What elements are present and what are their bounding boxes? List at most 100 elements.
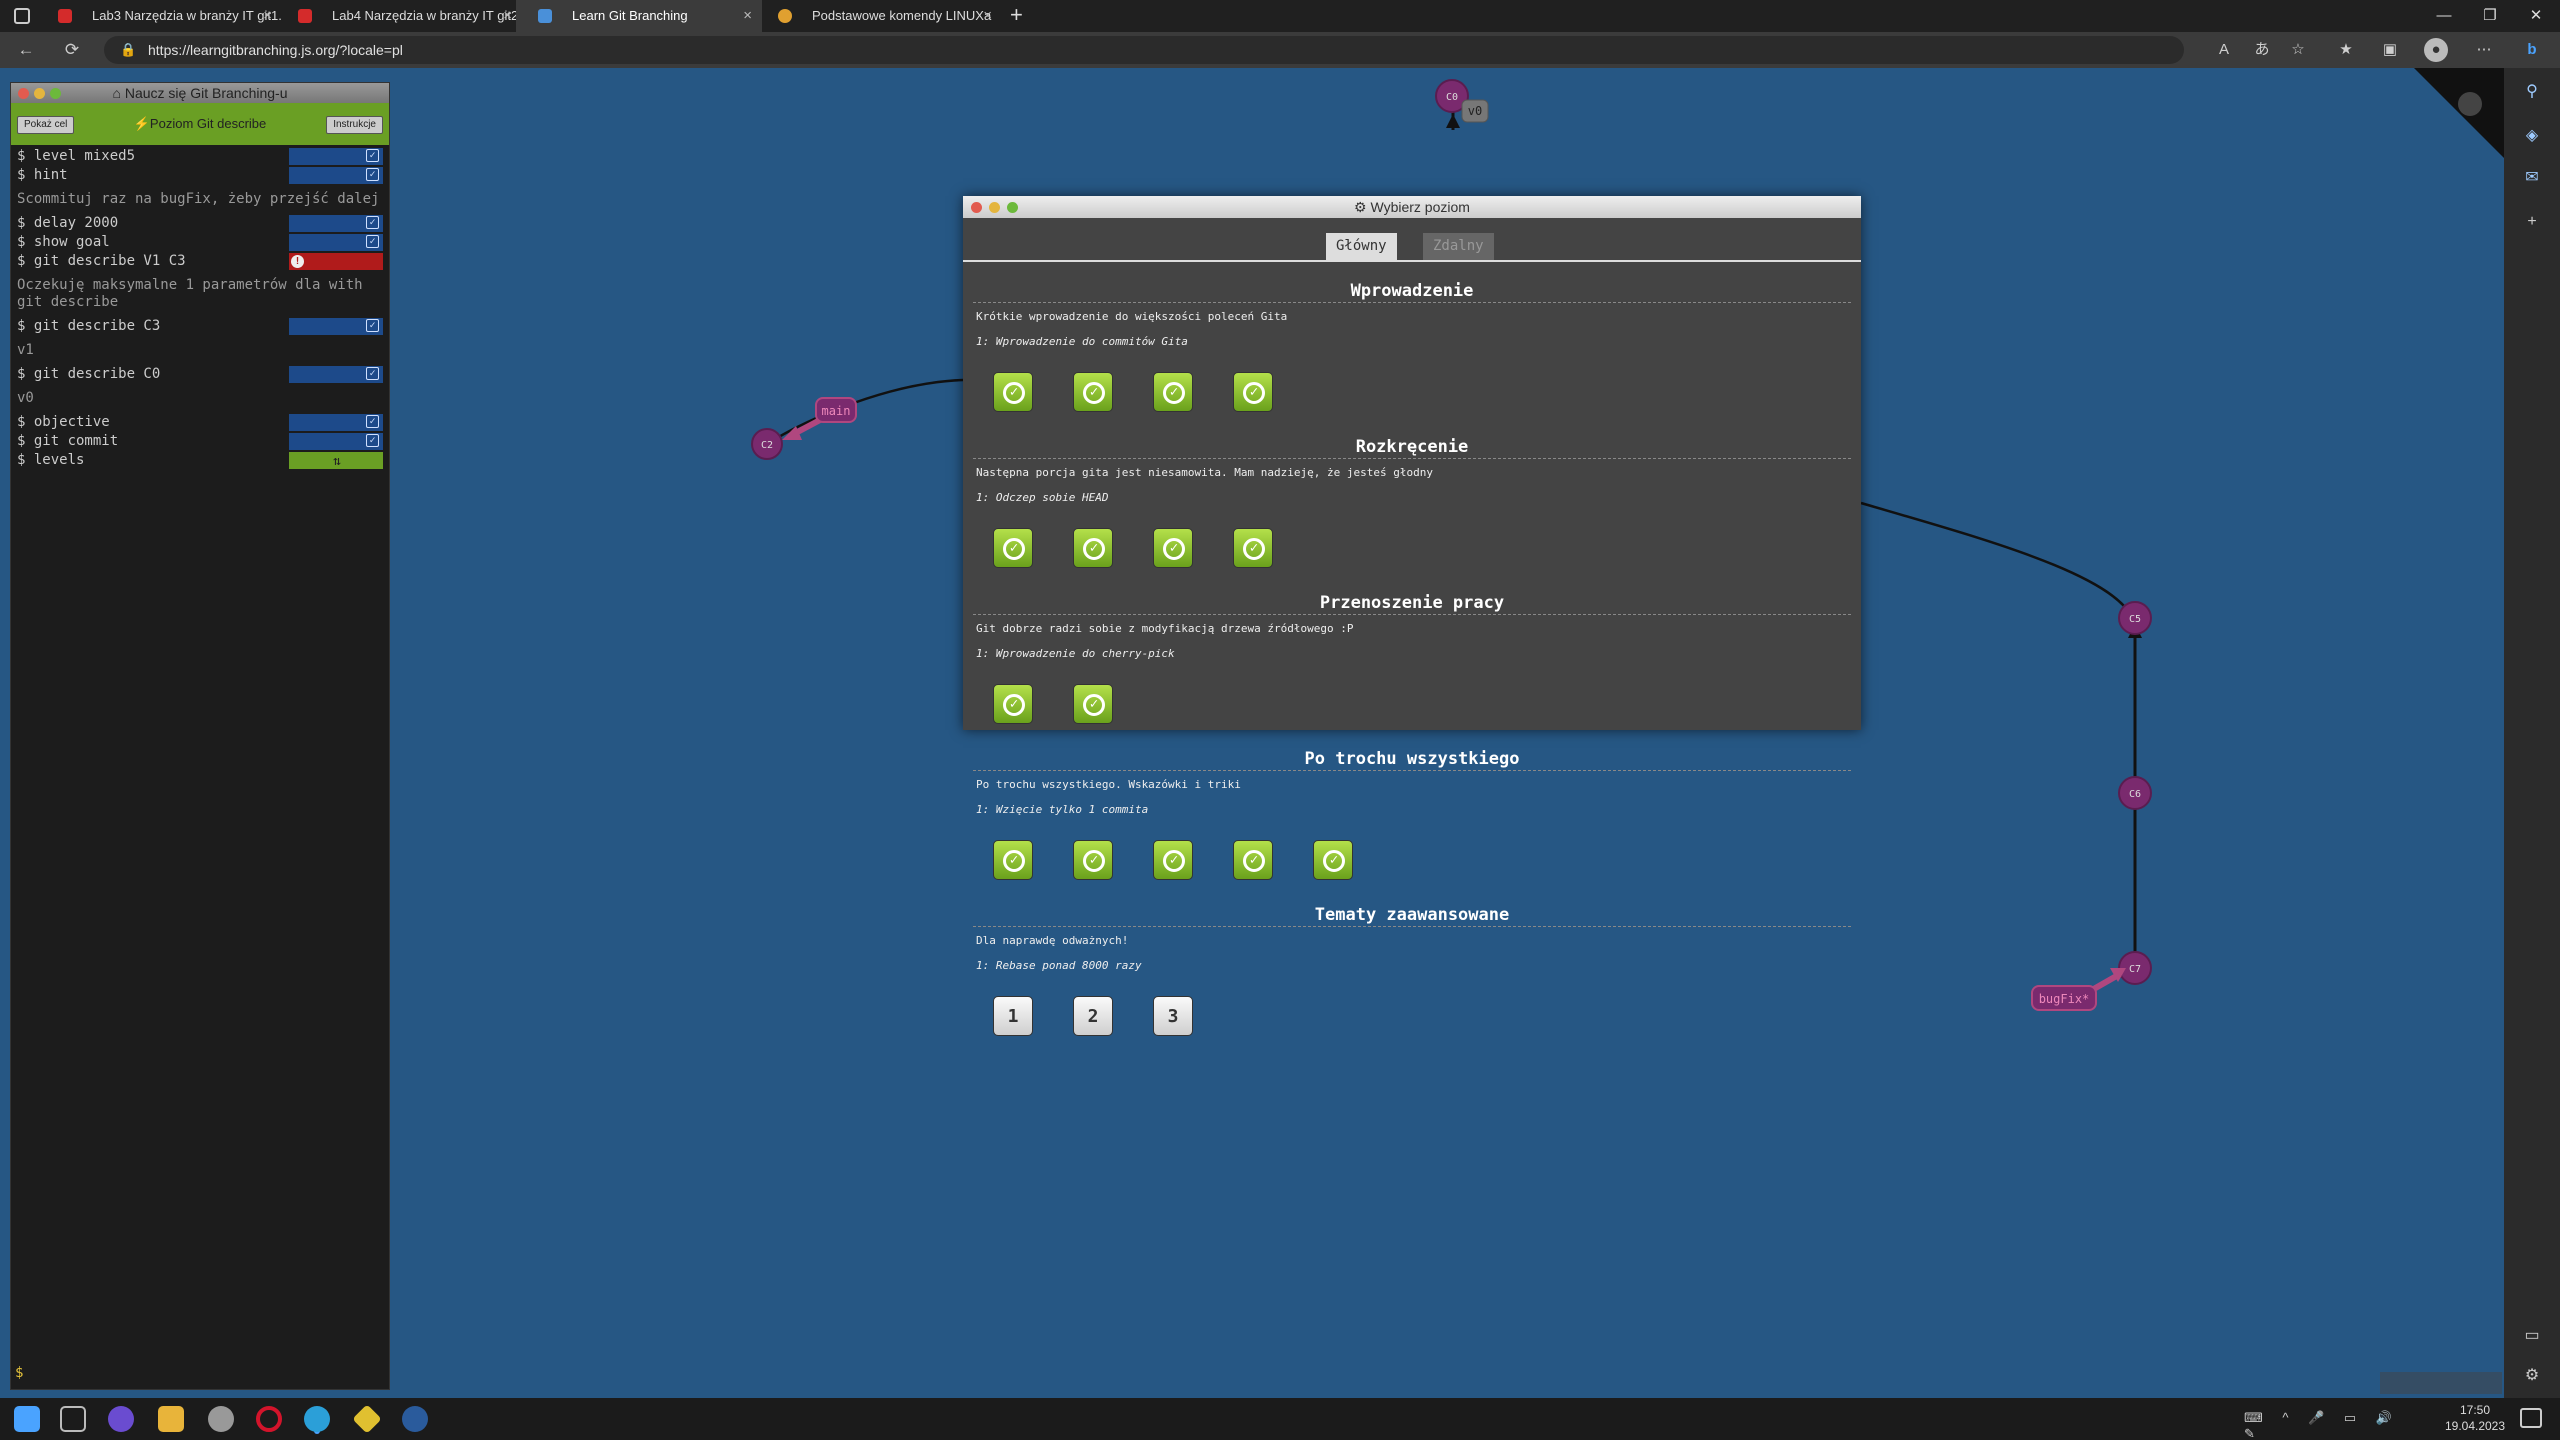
translate-icon[interactable]: あ [2250, 38, 2274, 62]
back-icon[interactable]: ← [14, 38, 38, 62]
sidebar-layout-icon[interactable]: ▭ [2520, 1324, 2544, 1348]
file-explorer-icon[interactable] [158, 1406, 184, 1432]
profile-avatar[interactable]: ● [2424, 38, 2448, 62]
checkmark-icon: ✓ [1003, 694, 1025, 716]
refresh-icon[interactable]: ⟳ [60, 38, 84, 62]
add-favorite-icon[interactable]: ☆ [2286, 38, 2310, 62]
checkbox-icon: ✓ [366, 319, 379, 332]
close-tab-icon[interactable]: × [743, 0, 752, 32]
url-field[interactable]: 🔒 https://learngitbranching.js.org/?loca… [104, 36, 2184, 64]
opera-icon[interactable] [256, 1406, 282, 1432]
terminal-command: ⇅ $ levels [11, 451, 389, 470]
tab-learn-git-branching[interactable]: Learn Git Branching × [516, 0, 762, 32]
chrome-icon[interactable] [108, 1406, 134, 1432]
task-view-icon[interactable] [60, 1406, 86, 1432]
app-icon[interactable] [208, 1406, 234, 1432]
current-level-name: 1: Wzięcie tylko 1 commita [976, 803, 1149, 816]
steam-icon[interactable] [402, 1406, 428, 1432]
level-button[interactable]: 3 [1153, 996, 1193, 1036]
instructions-button[interactable]: Instrukcje [326, 116, 383, 134]
completed-level-button[interactable]: ✓ [1073, 840, 1113, 880]
system-tray[interactable]: ⌨ ^ 🎤 ▭ 🔊 ✎ [2244, 1410, 2414, 1440]
zoom-dot-icon[interactable] [50, 88, 61, 99]
branch-label: main [822, 404, 851, 418]
current-level-name: 1: Rebase ponad 8000 razy [976, 959, 1142, 972]
checkmark-icon: ✓ [1243, 850, 1265, 872]
checkbox-icon: ✓ [366, 168, 379, 181]
checkmark-icon: ✓ [1083, 538, 1105, 560]
outlook-icon[interactable]: ✉ [2520, 166, 2544, 190]
close-tab-icon[interactable]: × [503, 0, 512, 32]
minimize-dot-icon[interactable] [34, 88, 45, 99]
notifications-icon[interactable] [2520, 1408, 2542, 1428]
terminal-command: ✓ $ hint [11, 166, 389, 185]
completed-level-button[interactable]: ✓ [1073, 372, 1113, 412]
tab-label: Lab3 Narzędzia w branży IT git1... [92, 8, 282, 23]
learn-git-page: C0 C2 C5 C6 C7 v0 main bugFix* ⌂ Naucz s… [0, 68, 2504, 1398]
completed-level-button[interactable]: ✓ [1153, 840, 1193, 880]
close-window-button[interactable]: ✕ [2516, 0, 2556, 32]
completed-level-button[interactable]: ✓ [1233, 840, 1273, 880]
command-prompt[interactable]: $ [15, 1365, 23, 1381]
minimize-button[interactable]: — [2424, 0, 2464, 32]
level-button[interactable]: 2 [1073, 996, 1113, 1036]
checkbox-icon: ✓ [366, 434, 379, 447]
completed-level-button[interactable]: ✓ [1073, 684, 1113, 724]
restore-button[interactable]: ❐ [2470, 0, 2510, 32]
tab-actions-icon[interactable] [14, 8, 30, 24]
terminal-text: $ show goal [17, 234, 110, 250]
completed-level-button[interactable]: ✓ [1313, 840, 1353, 880]
close-dot-icon[interactable] [18, 88, 29, 99]
tab-remote[interactable]: Zdalny [1423, 233, 1494, 260]
completed-level-button[interactable]: ✓ [1153, 528, 1193, 568]
close-tab-icon[interactable]: × [983, 0, 992, 32]
level-button[interactable]: 1 [993, 996, 1033, 1036]
checkmark-icon: ✓ [1083, 382, 1105, 404]
completed-level-button[interactable]: ✓ [1073, 528, 1113, 568]
collections-icon[interactable]: ▣ [2378, 38, 2402, 62]
tab-lab4[interactable]: Lab4 Narzędzia w branży IT git2... × [276, 0, 522, 32]
completed-level-button[interactable]: ✓ [1233, 372, 1273, 412]
close-dot-icon[interactable] [971, 202, 982, 213]
completed-level-button[interactable]: ✓ [1233, 528, 1273, 568]
read-aloud-icon[interactable]: A [2212, 38, 2236, 62]
sidebar-settings-icon[interactable]: ⚙ [2520, 1364, 2544, 1388]
zoom-dot-icon[interactable] [1007, 202, 1018, 213]
terminal-text: $ git commit [17, 433, 119, 449]
shopping-icon[interactable]: ◈ [2520, 124, 2544, 148]
tab-linux-commands[interactable]: Podstawowe komendy LINUXa × [756, 0, 1002, 32]
bing-icon[interactable]: b [2520, 38, 2544, 62]
new-tab-button[interactable]: + [1010, 0, 1023, 30]
level-name: Poziom Git describe [149, 116, 267, 131]
completed-level-button[interactable]: ✓ [993, 528, 1033, 568]
minimize-dot-icon[interactable] [989, 202, 1000, 213]
completed-level-button[interactable]: ✓ [993, 840, 1033, 880]
dialog-title: Wybierz poziom [1370, 199, 1470, 215]
terminal-text: $ hint [17, 167, 68, 183]
favorites-icon[interactable]: ★ [2334, 38, 2358, 62]
level-section: Przenoszenie pracy Git dobrze radzi sobie… [963, 592, 1861, 724]
browser-sidebar: ⚲ ◈ ✉ + ▭ ⚙ [2504, 68, 2560, 1398]
terminal-command: ✓ $ git describe C3 [11, 317, 389, 336]
close-tab-icon[interactable]: × [263, 0, 272, 32]
completed-level-button[interactable]: ✓ [993, 372, 1033, 412]
section-title: Przenoszenie pracy [1319, 593, 1505, 613]
add-sidebar-icon[interactable]: + [2520, 210, 2544, 234]
terminal-command: ✓ $ git commit [11, 432, 389, 451]
terminal-output: v0 [11, 384, 389, 413]
completed-level-button[interactable]: ✓ [993, 684, 1033, 724]
section-title: Tematy zaawansowane [1314, 905, 1510, 925]
clock[interactable]: 17:50 19.04.2023 [2430, 1402, 2520, 1434]
tab-main[interactable]: Główny [1326, 233, 1397, 260]
terminal-text: $ levels [17, 452, 85, 468]
search-icon[interactable]: ⚲ [2520, 80, 2544, 104]
edge-icon[interactable] [304, 1406, 330, 1432]
start-icon[interactable] [14, 1406, 40, 1432]
completed-level-button[interactable]: ✓ [1153, 372, 1193, 412]
tab-lab3[interactable]: Lab3 Narzędzia w branży IT git1... × [36, 0, 282, 32]
more-menu-icon[interactable]: ⋯ [2472, 38, 2496, 62]
git-icon[interactable] [352, 1404, 382, 1434]
terminal-text: $ delay 2000 [17, 215, 119, 231]
github-octocat-icon[interactable] [2458, 92, 2482, 116]
show-goal-button[interactable]: Pokaż cel [17, 116, 75, 134]
